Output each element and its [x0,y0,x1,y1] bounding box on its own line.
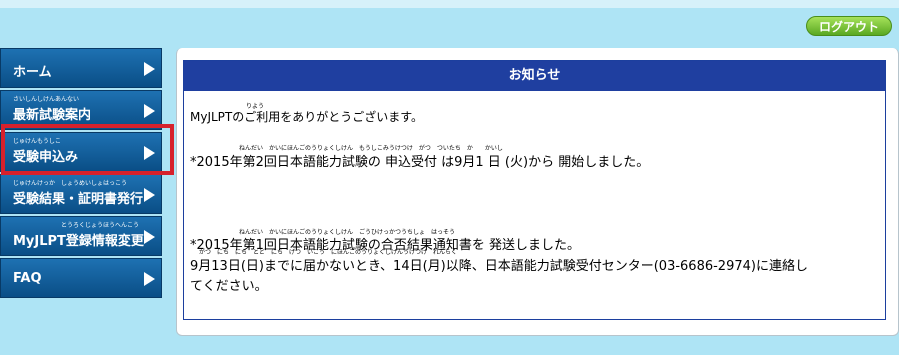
notice-box: お知らせ りよう MyJLPTのご利用をありがとうございます。 ねんだい かいに… [183,60,886,320]
notice-item3: 9月13日(日)までに届かないとき、14日(月)以降、日本語能力試験受付センター… [190,259,808,274]
sidebar-item-ruby: さいしんしけんあんない [13,96,80,103]
sidebar-item-ruby: とうろくじょうほうへんこう [61,222,140,229]
arrow-right-icon [144,272,155,286]
sidebar-item-faq[interactable]: FAQ [0,258,162,298]
sidebar-item-label: MyJLPT登録情報変更 [13,234,144,249]
sidebar-item-label: FAQ [13,271,42,286]
logout-button[interactable]: ログアウト [806,16,892,36]
arrow-right-icon [144,104,155,118]
selection-highlight [1,124,174,175]
notice-item1: *2015年第2回日本語能力試験の 申込受付 は9月1 日 (火)から 開始しま… [190,155,650,170]
sidebar-item-home[interactable]: ホーム [0,48,162,88]
arrow-right-icon [144,188,155,202]
sidebar-item-label: 受験結果・証明書発行 [13,192,144,207]
notice-item3-cont: てください。 [190,279,268,294]
sidebar-item-ruby: じゅけんけっか しょうめいしょはっこう [13,180,128,187]
sidebar-item-label: ホーム [13,65,52,80]
sidebar-item-myjlpt-profile[interactable]: とうろくじょうほうへんこう MyJLPT登録情報変更 [0,216,162,256]
arrow-right-icon [144,62,155,76]
arrow-right-icon [144,230,155,244]
sidebar-item-results-certificate[interactable]: じゅけんけっか しょうめいしょはっこう 受験結果・証明書発行 [0,174,162,214]
intro-text: MyJLPTのご利用をありがとうございます。 [190,110,424,124]
top-strip [0,0,899,8]
notice-title: お知らせ [184,61,885,91]
sidebar-item-label: 最新試験案内 [13,108,92,123]
